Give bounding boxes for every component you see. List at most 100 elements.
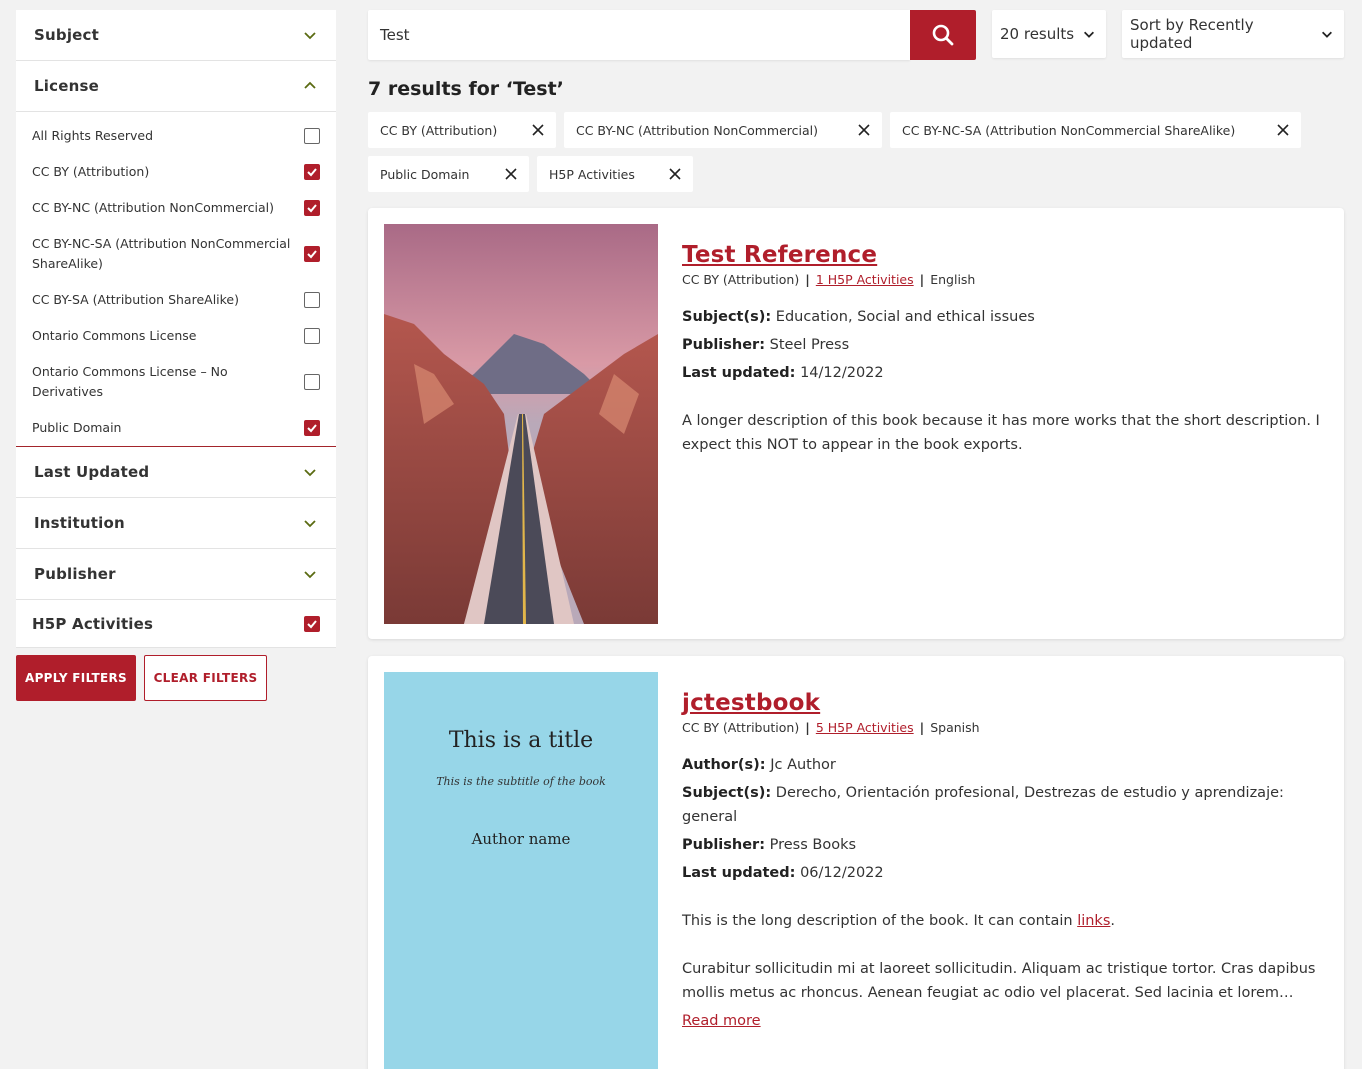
filter-chip-label: Public Domain (380, 166, 470, 182)
results-per-page-select[interactable]: 20 results (992, 10, 1106, 58)
checkbox[interactable] (304, 328, 320, 344)
h5p-activities-link[interactable]: 5 H5P Activities (816, 720, 914, 735)
checkbox-checked[interactable] (304, 615, 320, 632)
close-icon[interactable] (532, 124, 544, 136)
facet-subject[interactable]: Subject (16, 10, 336, 61)
filter-chip-label: CC BY-NC (Attribution NonCommercial) (576, 122, 818, 138)
filter-actions: APPLY FILTERS CLEAR FILTERS (16, 655, 336, 701)
description-link[interactable]: links (1077, 913, 1110, 929)
close-icon[interactable] (505, 168, 517, 180)
book-cover-image[interactable]: This is a title This is the subtitle of … (384, 672, 658, 1069)
chevron-down-icon (304, 469, 316, 477)
results-per-page-value: 20 results (1000, 25, 1075, 43)
checkmark-icon (307, 250, 317, 259)
license-option-public-domain[interactable]: Public Domain (16, 410, 336, 446)
checkbox-checked[interactable] (304, 246, 320, 262)
facet-h5p-label: H5P Activities (32, 614, 154, 633)
book-meta: CC BY (Attribution) | 5 H5P Activities | Spa… (682, 720, 980, 735)
close-icon[interactable] (858, 124, 870, 136)
sort-value: Sort by Recently updated (1130, 16, 1254, 52)
chevron-down-icon (1322, 31, 1333, 38)
license-option-all-rights-reserved[interactable]: All Rights Reserved (16, 118, 336, 154)
license-option-label: CC BY-NC-SA (Attribution NonCommercial S… (32, 236, 291, 271)
filter-chip-label: H5P Activities (549, 166, 635, 182)
filter-chip-label: CC BY-NC-SA (Attribution NonCommercial S… (902, 122, 1236, 138)
license-option-cc-by-sa[interactable]: CC BY-SA (Attribution ShareAlike) (16, 282, 336, 318)
book-language: English (930, 272, 976, 287)
checkbox-checked[interactable] (304, 200, 320, 216)
book-last-updated: Last updated: 06/12/2022 (682, 865, 884, 881)
license-option-label: Public Domain (32, 420, 122, 435)
facet-institution-label: Institution (34, 514, 125, 532)
chevron-down-icon (304, 32, 316, 40)
checkmark-icon (307, 619, 317, 628)
checkbox-checked[interactable] (304, 164, 320, 180)
filter-chip[interactable]: Public Domain (368, 156, 529, 192)
search-button[interactable] (910, 10, 976, 60)
apply-filters-button[interactable]: APPLY FILTERS (16, 655, 136, 701)
license-option-cc-by-nc[interactable]: CC BY-NC (Attribution NonCommercial) (16, 190, 336, 226)
book-title-link[interactable]: Test Reference (682, 240, 877, 270)
h5p-activities-link[interactable]: 1 H5P Activities (816, 272, 914, 287)
license-option-cc-by-nc-sa[interactable]: CC BY-NC-SA (Attribution NonCommercial S… (16, 226, 336, 282)
filter-sidebar: Subject License All Rights Reserved CC B… (16, 10, 336, 701)
book-card: Test Reference CC BY (Attribution) | 1 H5P… (368, 208, 1344, 639)
book-authors: Author(s): Jc Author (682, 757, 836, 773)
book-subjects: Subject(s): Derecho, Orientación profesi… (682, 785, 1284, 825)
cover-author: Author name (471, 830, 571, 848)
checkmark-icon (307, 204, 317, 213)
facet-institution[interactable]: Institution (16, 498, 336, 549)
license-option-cc-by[interactable]: CC BY (Attribution) (16, 154, 336, 190)
checkbox[interactable] (304, 128, 320, 144)
close-icon[interactable] (1277, 124, 1289, 136)
cover-subtitle: This is the subtitle of the book (436, 775, 606, 788)
license-option-label: Ontario Commons License (32, 328, 197, 343)
checkmark-icon (307, 424, 317, 433)
search-input[interactable]: Test (368, 10, 910, 60)
license-option-label: Ontario Commons License – No Derivatives (32, 364, 228, 399)
filter-chip[interactable]: CC BY-NC (Attribution NonCommercial) (564, 112, 882, 148)
checkbox-checked[interactable] (304, 420, 320, 436)
book-description: This is the long description of the book… (682, 913, 1115, 929)
close-icon[interactable] (669, 168, 681, 180)
facet-h5p-activities[interactable]: H5P Activities (16, 600, 336, 648)
license-option-label: CC BY-NC (Attribution NonCommercial) (32, 200, 274, 215)
sort-select[interactable]: Sort by Recently updated (1122, 10, 1344, 58)
book-card: This is a title This is the subtitle of … (368, 656, 1344, 1069)
results-heading: 7 results for ‘Test’ (368, 78, 564, 100)
book-title-link[interactable]: jctestbook (682, 688, 820, 718)
license-options: All Rights Reserved CC BY (Attribution) … (16, 112, 336, 447)
book-meta: CC BY (Attribution) | 1 H5P Activities | Eng… (682, 272, 976, 287)
checkbox[interactable] (304, 292, 320, 308)
book-description-extended: Curabitur sollicitudin mi at laoreet sol… (682, 961, 1316, 1001)
license-option-ontario-commons-nd[interactable]: Ontario Commons License – No Derivatives (16, 354, 336, 410)
chevron-down-icon (304, 520, 316, 528)
facet-last-updated[interactable]: Last Updated (16, 447, 336, 498)
book-info: jctestbook CC BY (Attribution) | 5 H5P Act… (682, 688, 1330, 1029)
facet-license-label: License (34, 77, 99, 95)
book-language: Spanish (930, 720, 980, 735)
facet-subject-label: Subject (34, 26, 99, 44)
facet-publisher[interactable]: Publisher (16, 549, 336, 600)
facet-last-updated-label: Last Updated (34, 463, 150, 481)
read-more-link[interactable]: Read more (682, 1013, 761, 1029)
book-license: CC BY (Attribution) (682, 272, 800, 287)
filter-chip[interactable]: H5P Activities (537, 156, 693, 192)
book-publisher: Publisher: Steel Press (682, 337, 850, 353)
chevron-up-icon (304, 81, 316, 89)
search-input-value: Test (380, 26, 410, 44)
book-last-updated: Last updated: 14/12/2022 (682, 365, 884, 381)
filter-chip[interactable]: CC BY (Attribution) (368, 112, 556, 148)
checkbox[interactable] (304, 374, 320, 390)
facet-publisher-label: Publisher (34, 565, 116, 583)
facet-license[interactable]: License (16, 61, 336, 112)
book-license: CC BY (Attribution) (682, 720, 800, 735)
cover-title: This is a title (448, 728, 594, 753)
license-option-ontario-commons[interactable]: Ontario Commons License (16, 318, 336, 354)
chevron-down-icon (304, 571, 316, 579)
book-publisher: Publisher: Press Books (682, 837, 857, 853)
clear-filters-button[interactable]: CLEAR FILTERS (144, 655, 267, 701)
filter-chip-label: CC BY (Attribution) (380, 122, 498, 138)
book-cover-image[interactable] (384, 224, 658, 624)
filter-chip[interactable]: CC BY-NC-SA (Attribution NonCommercial S… (890, 112, 1301, 148)
